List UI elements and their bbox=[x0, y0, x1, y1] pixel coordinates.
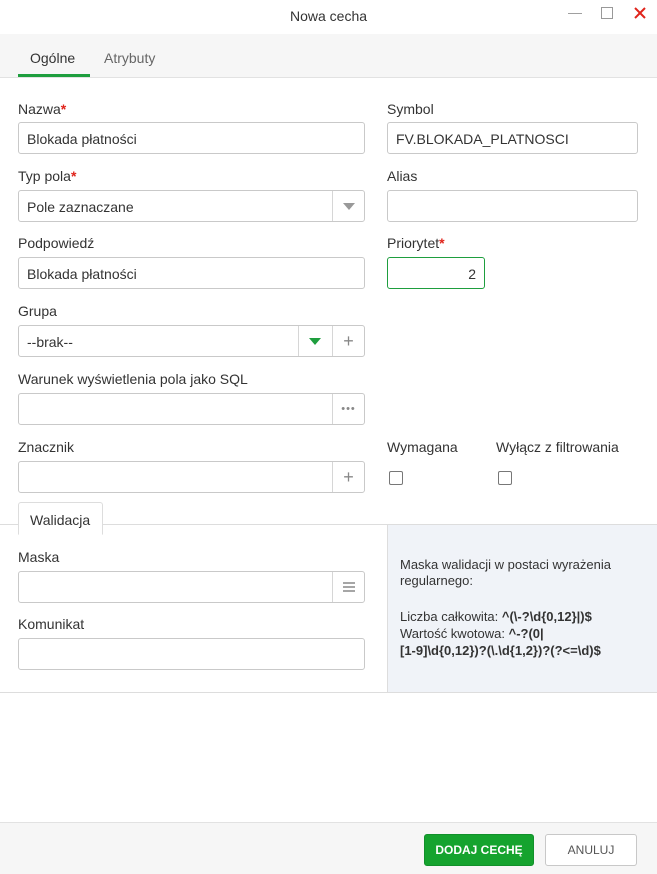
tab-attributes[interactable]: Atrybuty bbox=[104, 50, 155, 66]
hint-input[interactable]: Blokada płatności bbox=[18, 257, 365, 289]
name-label: Nazwa* bbox=[18, 101, 67, 117]
marker-label: Znacznik bbox=[18, 439, 75, 455]
required-checkbox[interactable] bbox=[389, 471, 403, 485]
dialog-footer: DODAJ CECHĘ ANULUJ bbox=[0, 822, 657, 874]
name-input[interactable]: Blokada płatności bbox=[18, 122, 365, 154]
priority-label: Priorytet* bbox=[387, 235, 445, 251]
symbol-label: Symbol bbox=[387, 101, 434, 117]
active-tab-indicator bbox=[18, 74, 90, 77]
menu-lines-icon[interactable] bbox=[332, 572, 364, 602]
field-type-select[interactable]: Pole zaznaczane bbox=[18, 190, 365, 222]
chevron-down-icon[interactable] bbox=[298, 326, 330, 356]
mask-label: Maska bbox=[18, 549, 60, 565]
mask-input[interactable] bbox=[18, 571, 365, 603]
maximize-icon[interactable] bbox=[601, 6, 613, 22]
minimize-icon[interactable]: — bbox=[568, 4, 582, 20]
sql-condition-input[interactable]: ••• bbox=[18, 393, 365, 425]
group-select[interactable]: --brak-- + bbox=[18, 325, 365, 357]
validation-help-box: Maska walidacji w postaci wyrażenia regu… bbox=[387, 525, 657, 692]
close-icon[interactable] bbox=[634, 6, 646, 22]
tab-validation[interactable]: Walidacja bbox=[18, 502, 103, 535]
message-label: Komunikat bbox=[18, 616, 85, 632]
sql-condition-label: Warunek wyświetlenia pola jako SQL bbox=[18, 371, 248, 387]
add-group-plus-icon[interactable]: + bbox=[332, 326, 364, 356]
cancel-button[interactable]: ANULUJ bbox=[545, 834, 637, 866]
priority-input[interactable]: 2 bbox=[387, 257, 485, 289]
help-integer: Liczba całkowita: ^(\-?\d{0,12}|)$ bbox=[400, 609, 592, 624]
hint-label: Podpowiedź bbox=[18, 235, 95, 251]
title-bar: Nowa cecha — bbox=[0, 0, 657, 34]
field-type-label: Typ pola* bbox=[18, 168, 77, 184]
marker-input[interactable]: + bbox=[18, 461, 365, 493]
alias-input[interactable] bbox=[387, 190, 638, 222]
tab-general[interactable]: Ogólne bbox=[30, 50, 75, 66]
exclude-filter-checkbox[interactable] bbox=[498, 471, 512, 485]
add-feature-button[interactable]: DODAJ CECHĘ bbox=[424, 834, 534, 866]
ellipsis-icon[interactable]: ••• bbox=[332, 394, 364, 424]
help-amount-cont: [1-9]\d{0,12})?(\.\d{1,2})?(?<=\d)$ bbox=[400, 643, 601, 658]
add-marker-plus-icon[interactable]: + bbox=[332, 462, 364, 492]
symbol-input[interactable]: FV.BLOKADA_PLATNOSCI bbox=[387, 122, 638, 154]
message-input[interactable] bbox=[18, 638, 365, 670]
help-intro: Maska walidacji w postaci wyrażenia regu… bbox=[400, 557, 611, 588]
help-amount: Wartość kwotowa: ^-?(0| bbox=[400, 626, 544, 641]
tab-bar: Ogólne Atrybuty bbox=[0, 34, 657, 78]
exclude-filter-label: Wyłącz z filtrowania bbox=[496, 439, 619, 455]
alias-label: Alias bbox=[387, 168, 418, 184]
group-label: Grupa bbox=[18, 303, 57, 319]
chevron-down-icon[interactable] bbox=[332, 191, 364, 221]
window-title: Nowa cecha bbox=[289, 8, 368, 24]
required-label: Wymagana bbox=[387, 439, 458, 455]
